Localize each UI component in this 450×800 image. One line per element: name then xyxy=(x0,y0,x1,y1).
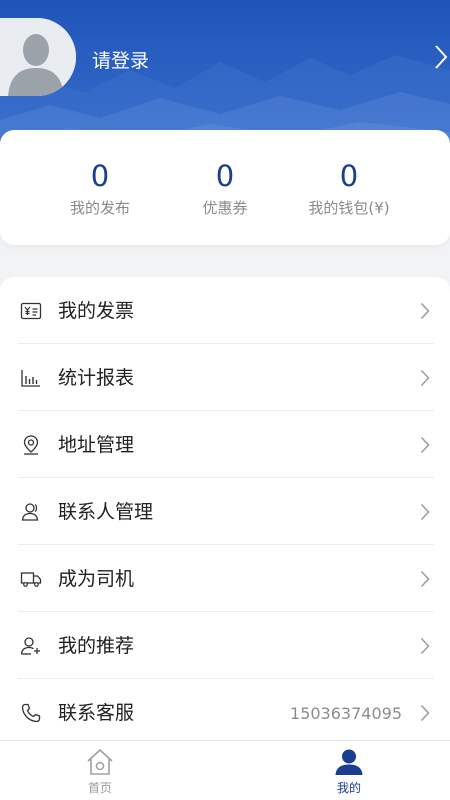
chevron-right-icon xyxy=(420,704,430,722)
chevron-right-icon xyxy=(420,369,430,387)
menu-item-contacts[interactable]: 联系人管理 xyxy=(18,478,434,545)
invoice-icon xyxy=(20,302,42,320)
stats-card: 0 我的发布 0 优惠券 0 我的钱包(¥) xyxy=(0,130,450,245)
menu-card: 我的发票 统计报表 地址管理 联系人管理 成为司机 我的推荐 联系客服 1503… xyxy=(0,277,450,747)
chevron-right-icon[interactable] xyxy=(434,44,448,70)
stat-label: 我的钱包(¥) xyxy=(308,199,390,217)
add-user-icon xyxy=(20,637,40,655)
customer-service-phone: 15036374095 xyxy=(290,704,402,723)
truck-icon xyxy=(20,572,42,587)
profile-icon xyxy=(335,749,363,775)
chevron-right-icon xyxy=(420,436,430,454)
home-icon xyxy=(87,748,113,775)
menu-item-label: 统计报表 xyxy=(58,367,135,389)
menu-item-become-driver[interactable]: 成为司机 xyxy=(18,545,434,612)
login-link[interactable]: 请登录 xyxy=(92,46,149,73)
menu-item-label: 联系人管理 xyxy=(58,501,154,523)
tab-mine[interactable]: 我的 xyxy=(299,741,399,800)
menu-item-label: 我的推荐 xyxy=(58,635,135,657)
avatar[interactable] xyxy=(0,18,76,96)
chevron-right-icon xyxy=(420,302,430,320)
stat-value: 0 xyxy=(339,159,359,193)
menu-item-referrals[interactable]: 我的推荐 xyxy=(18,612,434,679)
default-user-avatar-icon xyxy=(0,18,76,96)
tab-label: 首页 xyxy=(87,781,112,795)
stat-wallet[interactable]: 0 我的钱包(¥) xyxy=(274,130,424,218)
tab-home[interactable]: 首页 xyxy=(50,741,150,800)
chevron-right-icon xyxy=(420,503,430,521)
phone-icon xyxy=(21,703,41,723)
contacts-icon xyxy=(21,503,39,521)
bottom-tab-bar: 首页 我的 xyxy=(0,740,450,800)
menu-item-customer-service[interactable]: 联系客服 15036374095 xyxy=(18,679,434,746)
menu-item-invoices[interactable]: 我的发票 xyxy=(18,277,434,344)
menu-item-addresses[interactable]: 地址管理 xyxy=(18,411,434,478)
chevron-right-icon xyxy=(420,637,430,655)
menu-item-reports[interactable]: 统计报表 xyxy=(18,344,434,411)
menu-item-label: 我的发票 xyxy=(58,300,135,322)
menu-item-label: 地址管理 xyxy=(58,434,135,456)
location-pin-icon xyxy=(23,435,39,455)
tab-label: 我的 xyxy=(336,781,361,795)
chevron-right-icon xyxy=(420,570,430,588)
bar-chart-icon xyxy=(21,370,40,387)
menu-item-label: 成为司机 xyxy=(58,568,135,590)
menu-item-label: 联系客服 xyxy=(58,702,135,724)
